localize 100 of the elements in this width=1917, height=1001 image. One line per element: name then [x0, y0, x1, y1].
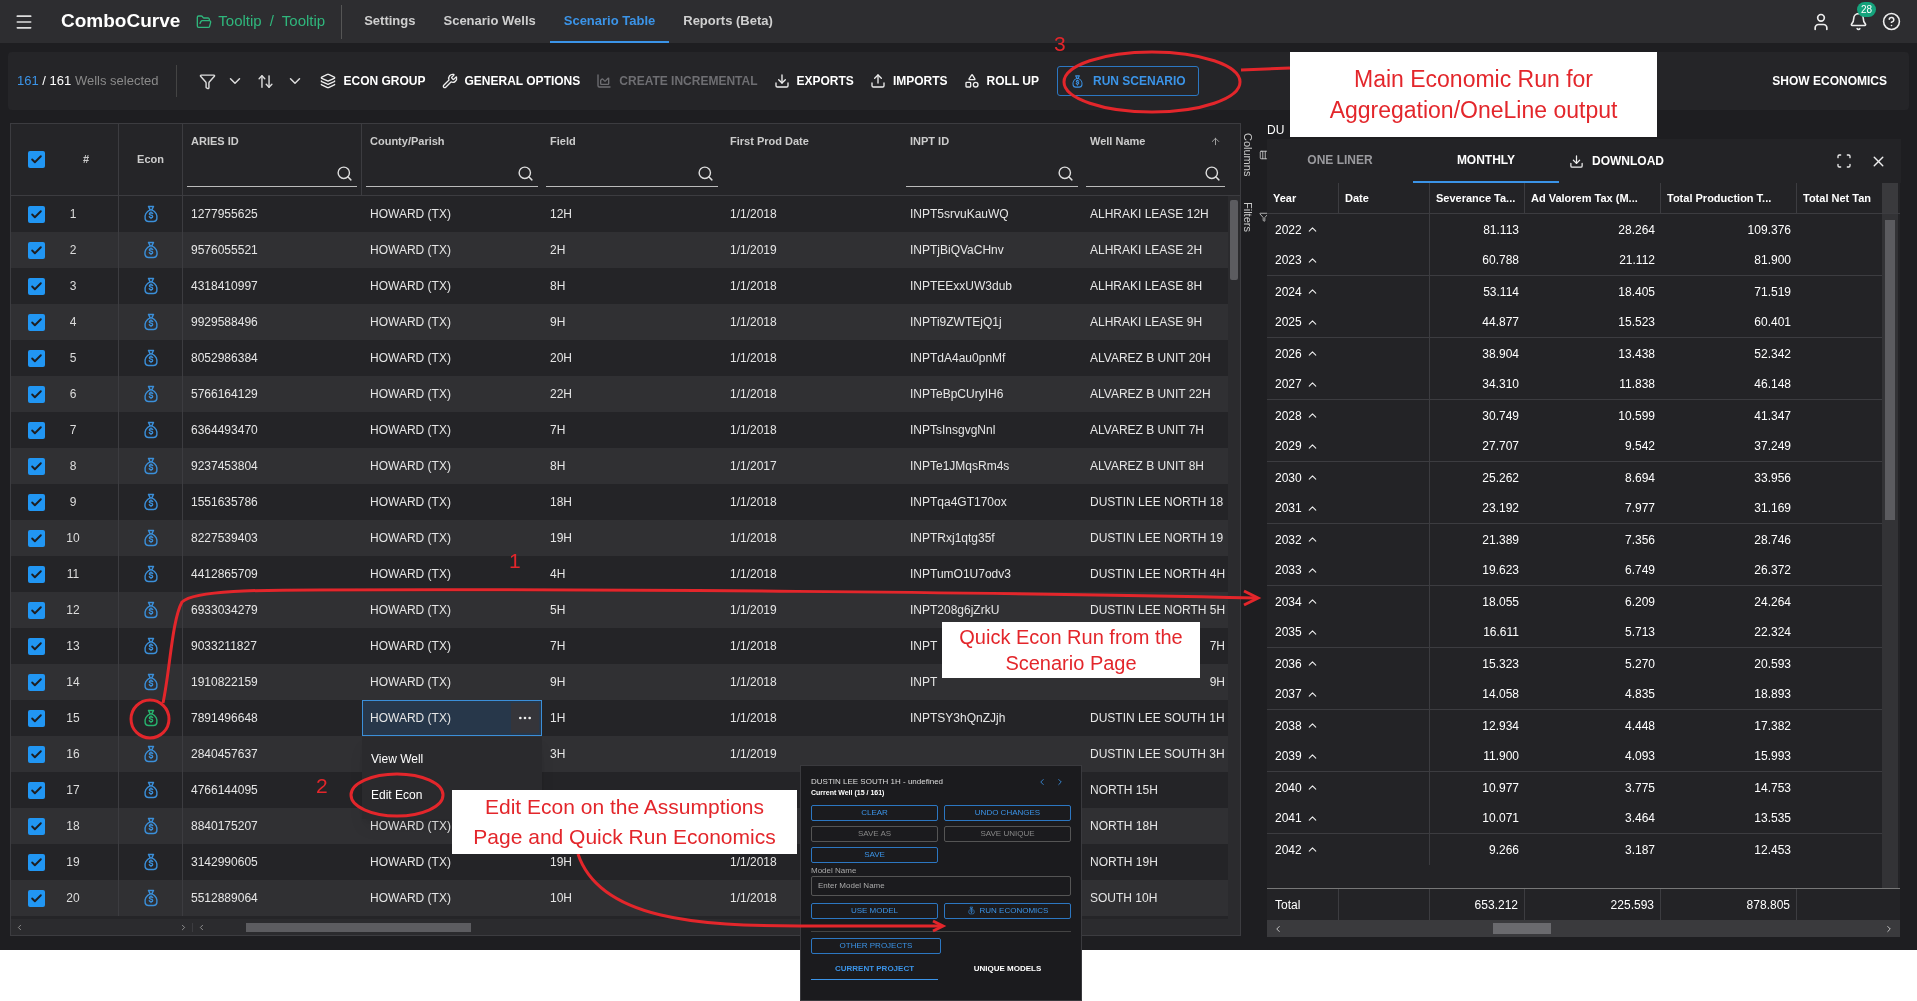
checkbox[interactable]: [28, 709, 45, 727]
breadcrumb-link[interactable]: Tooltip: [218, 10, 262, 33]
horizontal-scrollbar[interactable]: [1267, 920, 1900, 937]
column-header[interactable]: Ad Valorem Tax (M...: [1531, 189, 1638, 207]
popup-button[interactable]: SAVE: [811, 846, 938, 863]
popup-tab[interactable]: CURRENT PROJECT: [811, 959, 938, 980]
checkbox[interactable]: [28, 421, 45, 439]
scrollbar[interactable]: [1228, 196, 1240, 919]
table-cell-text: INPT208g6jZrkU: [910, 602, 1000, 619]
checkbox[interactable]: [28, 349, 45, 367]
toolbar-button[interactable]: ROLL UP: [963, 72, 1039, 90]
popup-button[interactable]: OTHER PROJECTS: [811, 937, 941, 954]
fullscreen-icon[interactable]: [1836, 153, 1852, 169]
app-logo[interactable]: ComboCurve: [61, 7, 181, 36]
table-cell-text: ALHRAKI LEASE 9H: [1090, 314, 1203, 331]
checkbox[interactable]: [28, 853, 45, 871]
scroll-right-icon[interactable]: [1884, 923, 1894, 934]
scroll-thumb[interactable]: [246, 922, 471, 932]
column-header[interactable]: Date: [1345, 189, 1369, 207]
table-cell-text: 1/1/2018: [730, 890, 777, 907]
nav-tab[interactable]: Scenario Table: [549, 0, 670, 43]
toolbar-button[interactable]: GENERAL OPTIONS: [441, 72, 581, 90]
menu-item[interactable]: Edit Econ: [362, 777, 442, 813]
column-header[interactable]: INPT ID: [910, 133, 950, 150]
checkbox[interactable]: [28, 493, 45, 511]
table-cell-text: 7H: [1209, 638, 1225, 655]
panel-tab[interactable]: ONE LINER: [1267, 139, 1413, 183]
checkbox[interactable]: [28, 673, 45, 691]
column-header[interactable]: ARIES ID: [191, 133, 239, 150]
table-cell-text: 1/1/2017: [730, 458, 777, 475]
popup-button[interactable]: UNDO CHANGES: [944, 804, 1071, 821]
scrollbar[interactable]: [1882, 183, 1898, 213]
checkbox[interactable]: [28, 565, 45, 583]
bell-icon[interactable]: [1849, 12, 1868, 31]
table-cell-text: 22H: [550, 386, 572, 403]
checkbox[interactable]: [28, 241, 45, 259]
checkbox[interactable]: [28, 889, 45, 907]
column-header[interactable]: Total Net Tan: [1803, 189, 1872, 207]
popup-button[interactable]: CLEAR: [811, 804, 938, 821]
user-icon[interactable]: [1811, 11, 1831, 32]
checkbox[interactable]: [28, 457, 45, 475]
sort-arrow-icon[interactable]: [1210, 136, 1221, 148]
nav-tab[interactable]: Scenario Wells: [429, 0, 550, 43]
popup-tab[interactable]: UNIQUE MODELS: [944, 959, 1071, 980]
download-button[interactable]: DOWNLOAD: [1569, 152, 1664, 170]
scroll-left-icon[interactable]: [197, 922, 206, 932]
help-icon[interactable]: [1882, 12, 1901, 31]
checkbox[interactable]: [28, 781, 45, 799]
checkbox[interactable]: [28, 601, 45, 619]
popup-button[interactable]: USE MODEL: [811, 902, 938, 919]
column-header[interactable]: Field: [550, 133, 576, 150]
side-tab[interactable]: Columns: [1239, 133, 1269, 177]
next-icon[interactable]: [1055, 777, 1065, 787]
popup-button[interactable]: RUN ECONOMICS: [944, 902, 1071, 919]
row-number: 16: [65, 746, 81, 763]
column-header[interactable]: Year: [1273, 189, 1297, 207]
column-header[interactable]: First Prod Date: [730, 133, 809, 150]
nav-tab[interactable]: Reports (Beta): [669, 0, 787, 43]
checkbox[interactable]: [28, 151, 45, 168]
column-header[interactable]: Total Production T...: [1667, 189, 1772, 207]
previous-icon[interactable]: [1037, 777, 1047, 787]
table-cell-text: ALHRAKI LEASE 2H: [1090, 242, 1203, 259]
checkbox[interactable]: [28, 205, 45, 223]
scroll-right-icon[interactable]: [179, 922, 188, 932]
breadcrumb-link[interactable]: Tooltip: [281, 10, 326, 33]
sort-icon[interactable]: [257, 72, 275, 90]
checkbox[interactable]: [28, 817, 45, 835]
column-header[interactable]: Severance Ta...: [1436, 189, 1516, 207]
checkbox[interactable]: [28, 313, 45, 331]
run-scenario-button[interactable]: RUN SCENARIO: [1057, 66, 1199, 96]
nav-tab[interactable]: Settings: [350, 0, 430, 43]
menu-item[interactable]: View Well: [362, 741, 442, 777]
column-header[interactable]: #: [83, 151, 90, 168]
checkbox[interactable]: [28, 385, 45, 403]
checkbox[interactable]: [28, 745, 45, 763]
checkbox[interactable]: [28, 637, 45, 655]
show-economics-button[interactable]: SHOW ECONOMICS: [1772, 72, 1887, 90]
table-cell-text: 9033211827: [191, 638, 257, 655]
toolbar-button[interactable]: IMPORTS: [869, 72, 948, 90]
year-label: 2039: [1275, 748, 1302, 765]
scroll-left-icon[interactable]: [15, 922, 24, 932]
popup-title: DUSTIN LEE SOUTH 1H - undefined: [811, 776, 944, 788]
column-header[interactable]: Econ: [137, 151, 164, 168]
toolbar-button[interactable]: EXPORTS: [773, 72, 854, 90]
filter-icon[interactable]: [199, 72, 217, 90]
toolbar-button[interactable]: ECON GROUP: [320, 72, 426, 90]
table-cell-text: HOWARD (TX): [370, 854, 451, 871]
scroll-left-icon[interactable]: [1273, 923, 1283, 934]
model-name-field[interactable]: Enter Model Name: [811, 875, 1071, 896]
checkbox[interactable]: [28, 277, 45, 295]
table-cell-text: 3142990605: [191, 854, 258, 871]
column-header[interactable]: County/Parish: [370, 133, 445, 150]
scroll-thumb[interactable]: [1493, 923, 1551, 934]
checkbox[interactable]: [28, 529, 45, 547]
column-header[interactable]: Well Name: [1090, 133, 1146, 150]
side-tab[interactable]: Filters: [1239, 202, 1269, 233]
scrollbar[interactable]: [1882, 214, 1898, 888]
table-cell-text: 1/1/2018: [730, 566, 777, 583]
table-cell-text: 15.523: [1618, 314, 1655, 331]
table-cell[interactable]: HOWARD (TX): [362, 700, 542, 736]
